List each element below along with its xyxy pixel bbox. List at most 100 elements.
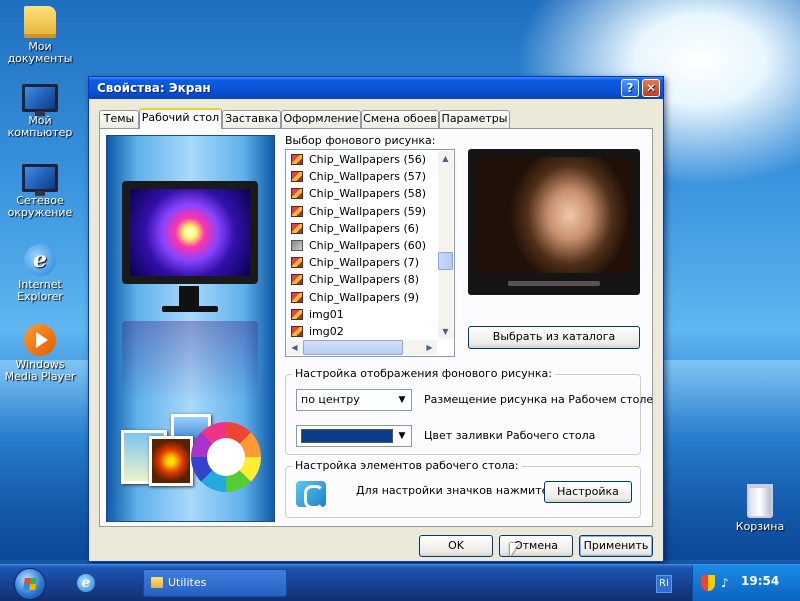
wallpaper-list-item[interactable]: Chip_Wallpapers (9) bbox=[287, 289, 437, 306]
position-label: Размещение рисунка на Рабочем столе bbox=[424, 393, 654, 406]
choose-from-catalog-button[interactable]: Выбрать из каталога bbox=[468, 326, 640, 349]
wallpaper-list-item[interactable]: Chip_Wallpapers (60) bbox=[287, 237, 437, 254]
fill-color-picker[interactable]: ▼ bbox=[296, 425, 412, 447]
window-title: Свойства: Экран bbox=[97, 81, 211, 95]
desktop-icon-label: Сетевое окружение bbox=[7, 194, 73, 219]
scroll-left-icon[interactable]: ◀ bbox=[287, 340, 302, 355]
wallpaper-list-item-label: Chip_Wallpapers (57) bbox=[309, 170, 427, 184]
wallpaper-list-item-label: Chip_Wallpapers (58) bbox=[309, 187, 427, 201]
display-properties-dialog: Свойства: Экран ? ✕ Темы Рабочий стол За… bbox=[88, 76, 664, 562]
help-button[interactable]: ? bbox=[621, 79, 639, 97]
position-value: по центру bbox=[301, 393, 360, 406]
tab-screensaver[interactable]: Заставка bbox=[222, 110, 281, 128]
media-player-icon bbox=[24, 324, 56, 356]
folder-icon bbox=[24, 6, 56, 38]
desktop-icon-my-computer[interactable]: Мой компьютер bbox=[2, 84, 78, 139]
wallpaper-list-item-label: Chip_Wallpapers (9) bbox=[309, 290, 420, 304]
title-bar[interactable]: Свойства: Экран ? ✕ bbox=[89, 77, 663, 99]
folder-icon bbox=[151, 577, 163, 588]
fill-color-label: Цвет заливки Рабочего стола bbox=[424, 429, 596, 442]
mouse-cursor-icon bbox=[510, 543, 519, 557]
recycle-bin-icon bbox=[747, 484, 773, 518]
display-settings-title: Настройка отображения фонового рисунка: bbox=[292, 367, 555, 380]
monitor-graphic bbox=[122, 181, 258, 284]
wallpaper-list-item[interactable]: Chip_Wallpapers (56) bbox=[287, 151, 437, 168]
display-settings-group: Настройка отображения фонового рисунка: … bbox=[285, 367, 653, 455]
wallpaper-list-item[interactable]: img01 bbox=[287, 306, 437, 323]
desktop-icon-label: Корзина bbox=[735, 520, 785, 533]
fill-color-swatch bbox=[301, 429, 393, 443]
wallpaper-list-item-label: Chip_Wallpapers (60) bbox=[309, 238, 427, 252]
tab-wallpaper-change[interactable]: Смена обоев bbox=[361, 110, 439, 128]
wallpaper-list-item[interactable]: Chip_Wallpapers (8) bbox=[287, 271, 437, 288]
wallpaper-list-item[interactable]: img02 bbox=[287, 323, 437, 339]
photos-color-wheel-graphic bbox=[121, 412, 271, 492]
chevron-down-icon[interactable]: ▼ bbox=[394, 391, 410, 409]
background-list-label: Выбор фонового рисунка: bbox=[285, 134, 436, 147]
wallpaper-preview-image bbox=[476, 157, 632, 273]
scroll-down-icon[interactable]: ▼ bbox=[438, 324, 453, 339]
image-file-icon bbox=[291, 308, 303, 320]
scroll-right-icon[interactable]: ▶ bbox=[422, 340, 437, 355]
wallpaper-list-item-label: Chip_Wallpapers (8) bbox=[309, 273, 420, 287]
tab-desktop[interactable]: Рабочий стол bbox=[139, 108, 222, 129]
image-file-icon bbox=[291, 222, 303, 234]
language-indicator[interactable]: RI bbox=[656, 575, 672, 593]
desktop-icon-internet-explorer[interactable]: e Internet Explorer bbox=[2, 244, 78, 303]
quicklaunch-ie-icon[interactable]: e bbox=[77, 574, 95, 592]
wallpaper-listbox[interactable]: Chip_Wallpapers (56) Chip_Wallpapers (57)… bbox=[285, 149, 455, 357]
ok-button[interactable]: OK bbox=[419, 535, 493, 557]
desktop-icon-label: Мои документы bbox=[7, 40, 73, 65]
desktop-icon-network[interactable]: Сетевое окружение bbox=[2, 164, 78, 219]
desktop-elements-group: Настройка элементов рабочего стола: Для … bbox=[285, 459, 641, 518]
wallpaper-list-item[interactable]: Chip_Wallpapers (7) bbox=[287, 254, 437, 271]
wallpaper-list-item-label: Chip_Wallpapers (56) bbox=[309, 153, 427, 166]
image-file-icon bbox=[291, 291, 303, 303]
desktop-tools-icon bbox=[296, 481, 326, 509]
tab-settings[interactable]: Параметры bbox=[439, 110, 510, 128]
apply-button[interactable]: Применить bbox=[579, 535, 653, 557]
desktop-icon-label: Windows Media Player bbox=[4, 358, 76, 383]
desktop-icon-my-documents[interactable]: Мои документы bbox=[2, 6, 78, 65]
chevron-down-icon[interactable]: ▼ bbox=[394, 427, 410, 445]
configure-button[interactable]: Настройка bbox=[544, 481, 632, 503]
wallpaper-list-item[interactable]: Chip_Wallpapers (57) bbox=[287, 168, 437, 185]
taskbar-button-utilites[interactable]: Utilites bbox=[143, 569, 287, 597]
image-file-icon bbox=[291, 188, 303, 200]
scroll-up-icon[interactable]: ▲ bbox=[438, 151, 453, 166]
tab-appearance[interactable]: Оформление bbox=[281, 110, 361, 128]
horizontal-scrollbar[interactable]: ◀ ▶ bbox=[287, 340, 437, 355]
position-select[interactable]: по центру ▼ bbox=[296, 389, 412, 411]
clock[interactable]: 19:54 bbox=[741, 574, 779, 588]
wallpaper-preview-monitor bbox=[468, 149, 640, 295]
wallpaper-list-item-label: Chip_Wallpapers (6) bbox=[309, 221, 420, 235]
color-wheel-icon bbox=[191, 422, 261, 492]
image-file-icon bbox=[291, 274, 303, 286]
ie-icon: e bbox=[24, 244, 56, 276]
icons-hint: Для настройки значков нажмите: bbox=[356, 484, 553, 497]
image-file-icon bbox=[291, 239, 303, 251]
horizontal-scroll-thumb[interactable] bbox=[303, 340, 403, 355]
scroll-thumb[interactable] bbox=[438, 252, 453, 270]
image-file-icon bbox=[291, 205, 303, 217]
close-button[interactable]: ✕ bbox=[642, 79, 660, 97]
desktop-icon-label: Internet Explorer bbox=[17, 278, 63, 303]
wallpaper-list-item[interactable]: Chip_Wallpapers (58) bbox=[287, 185, 437, 202]
tab-panel-desktop: Выбор фонового рисунка: Chip_Wallpapers … bbox=[99, 128, 653, 527]
image-file-icon bbox=[291, 257, 303, 269]
start-button[interactable] bbox=[14, 568, 46, 600]
image-file-icon bbox=[291, 171, 303, 183]
desktop-elements-title: Настройка элементов рабочего стола: bbox=[292, 459, 522, 472]
taskbar-button-label: Utilites bbox=[168, 576, 207, 589]
security-shield-icon[interactable] bbox=[701, 575, 715, 591]
wallpaper-list-item-label: Chip_Wallpapers (59) bbox=[309, 204, 427, 218]
wallpaper-list-item[interactable]: Chip_Wallpapers (6) bbox=[287, 220, 437, 237]
desktop-icon-recycle-bin[interactable]: Корзина bbox=[722, 484, 798, 533]
vertical-scrollbar[interactable]: ▲ ▼ bbox=[438, 151, 453, 339]
wallpaper-list-item[interactable]: Chip_Wallpapers (59) bbox=[287, 203, 437, 220]
taskbar: e Utilites RI ♪ 19:54 bbox=[0, 564, 800, 601]
desktop-icon-media-player[interactable]: Windows Media Player bbox=[2, 324, 78, 383]
tab-themes[interactable]: Темы bbox=[99, 110, 139, 128]
speaker-icon[interactable]: ♪ bbox=[721, 576, 731, 590]
image-file-icon bbox=[291, 325, 303, 337]
